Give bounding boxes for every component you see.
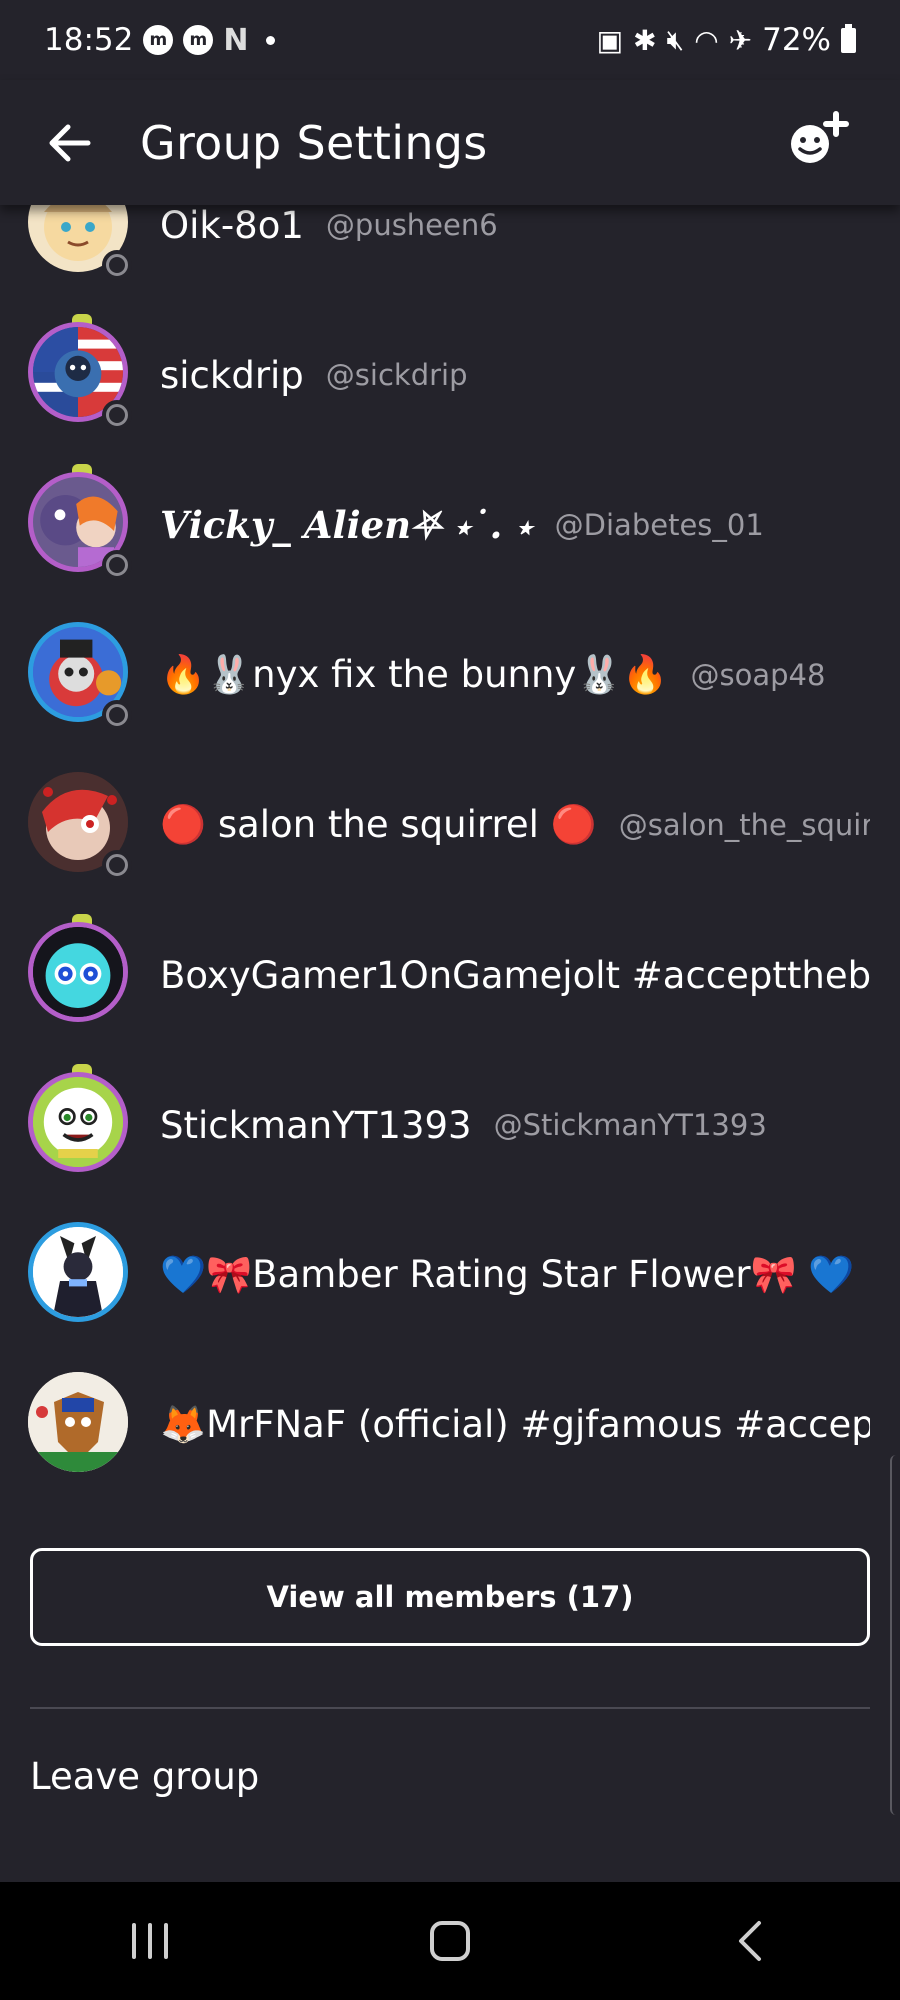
member-text: sickdrip @sickdrip (160, 300, 870, 450)
avatar (28, 1222, 132, 1326)
scrollbar[interactable] (890, 1455, 900, 1815)
member-display-name: BoxyGamer1OnGamejolt #accepttheblockchai… (160, 953, 870, 997)
member-display-name: Oik-8o1 (160, 203, 304, 247)
member-row[interactable]: StickmanYT1393 @StickmanYT1393 (0, 1050, 900, 1200)
add-member-icon (791, 111, 849, 163)
offline-status-icon (102, 400, 132, 430)
leave-group-button[interactable]: Leave group (30, 1755, 259, 1798)
member-display-name: 🔥🐰nyx fix the bunny🐰🔥 (160, 653, 669, 696)
member-username: @StickmanYT1393 (493, 1108, 767, 1142)
member-username: @sickdrip (325, 358, 468, 392)
bluetooth-icon: ✱ (633, 23, 657, 57)
member-text: 💙🎀Bamber Rating Star Flower🎀 💙 @ (160, 1200, 870, 1350)
back-chevron-icon (739, 1921, 761, 1961)
avatar (28, 314, 132, 430)
member-display-name: 💙🎀Bamber Rating Star Flower🎀 💙 (160, 1253, 855, 1296)
avatar (28, 1064, 132, 1176)
offline-status-icon (102, 850, 132, 880)
avatar (28, 622, 132, 730)
member-row[interactable]: sickdrip @sickdrip (0, 300, 900, 450)
divider (30, 1707, 870, 1709)
offline-status-icon (102, 250, 132, 280)
status-bar-right: ▣ ✱ 🔇︎ ◠ ✈ 72% (597, 22, 856, 58)
clock: 18:52 (44, 22, 134, 58)
back-arrow-icon (49, 124, 91, 161)
recent-apps-icon (132, 1923, 168, 1959)
member-row[interactable]: 𝑽𝒊𝒄𝒌𝒚_ 𝑨𝒍𝒊𝒆𝒏⛧ ⋆˙. ⋆ @Diabetes_01 (0, 450, 900, 600)
back-button[interactable] (40, 113, 100, 173)
member-display-name: 🦊MrFNaF (official) #gjfamous #acceptth (160, 1403, 870, 1446)
view-all-members-button[interactable]: View all members (17) (30, 1548, 870, 1646)
battery-percent: 72% (762, 22, 831, 58)
avatar (28, 914, 132, 1026)
add-member-button[interactable] (786, 110, 852, 170)
avatar (28, 1372, 132, 1476)
member-text: BoxyGamer1OnGamejolt #accepttheblockchai… (160, 900, 870, 1050)
member-row[interactable]: BoxyGamer1OnGamejolt #accepttheblockchai… (0, 900, 900, 1050)
page-title: Group Settings (140, 115, 488, 170)
member-display-name: sickdrip (160, 353, 304, 397)
mute-icon: 🔇︎ (666, 23, 685, 56)
home-icon (430, 1921, 470, 1961)
member-row[interactable]: 🔴 salon the squirrel 🔴 @salon_the_squirr… (0, 750, 900, 900)
more-notifications-dot (266, 35, 276, 45)
member-username: @soap48 (690, 658, 826, 692)
member-display-name: 🔴 salon the squirrel 🔴 (160, 803, 597, 846)
member-text: 🦊MrFNaF (official) #gjfamous #acceptth (160, 1350, 870, 1500)
member-display-name: 𝑽𝒊𝒄𝒌𝒚_ 𝑨𝒍𝒊𝒆𝒏⛧ ⋆˙. ⋆ (160, 502, 533, 547)
member-text: 🔴 salon the squirrel 🔴 @salon_the_squirr… (160, 750, 870, 900)
app-bar: Group Settings (0, 80, 900, 205)
recent-apps-button[interactable] (105, 1906, 195, 1976)
member-display-name: StickmanYT1393 (160, 1103, 472, 1147)
system-back-button[interactable] (705, 1906, 795, 1976)
member-text: StickmanYT1393 @StickmanYT1393 (160, 1050, 870, 1200)
wifi-icon: ◠ (694, 23, 719, 57)
member-row[interactable]: 💙🎀Bamber Rating Star Flower🎀 💙 @ (0, 1200, 900, 1350)
member-row[interactable]: 🦊MrFNaF (official) #gjfamous #acceptth (0, 1350, 900, 1500)
status-bar-left: 18:52 m m N (44, 22, 276, 58)
member-username: @Diabetes_01 (554, 508, 764, 542)
member-text: 🔥🐰nyx fix the bunny🐰🔥 @soap48 (160, 600, 870, 750)
offline-status-icon (102, 700, 132, 730)
system-nav-bar (0, 1882, 900, 2000)
airplane-icon: ✈ (728, 23, 753, 57)
member-username: @salon_the_squirrel (618, 808, 870, 842)
avatar (28, 464, 132, 580)
offline-status-icon (102, 550, 132, 580)
member-username: @pusheen6 (325, 208, 498, 242)
status-bar: 18:52 m m N ▣ ✱ 🔇︎ ◠ ✈ 72% (0, 0, 900, 80)
notification-badge-2: m (183, 25, 214, 55)
member-row[interactable]: 🔥🐰nyx fix the bunny🐰🔥 @soap48 (0, 600, 900, 750)
netflix-notification-icon: N (223, 22, 249, 58)
member-text: 𝑽𝒊𝒄𝒌𝒚_ 𝑨𝒍𝒊𝒆𝒏⛧ ⋆˙. ⋆ @Diabetes_01 (160, 450, 870, 600)
home-button[interactable] (405, 1906, 495, 1976)
battery-icon (841, 23, 856, 53)
notification-badge-1: m (143, 25, 174, 55)
avatar (28, 772, 132, 880)
battery-saver-icon: ▣ (596, 23, 624, 57)
